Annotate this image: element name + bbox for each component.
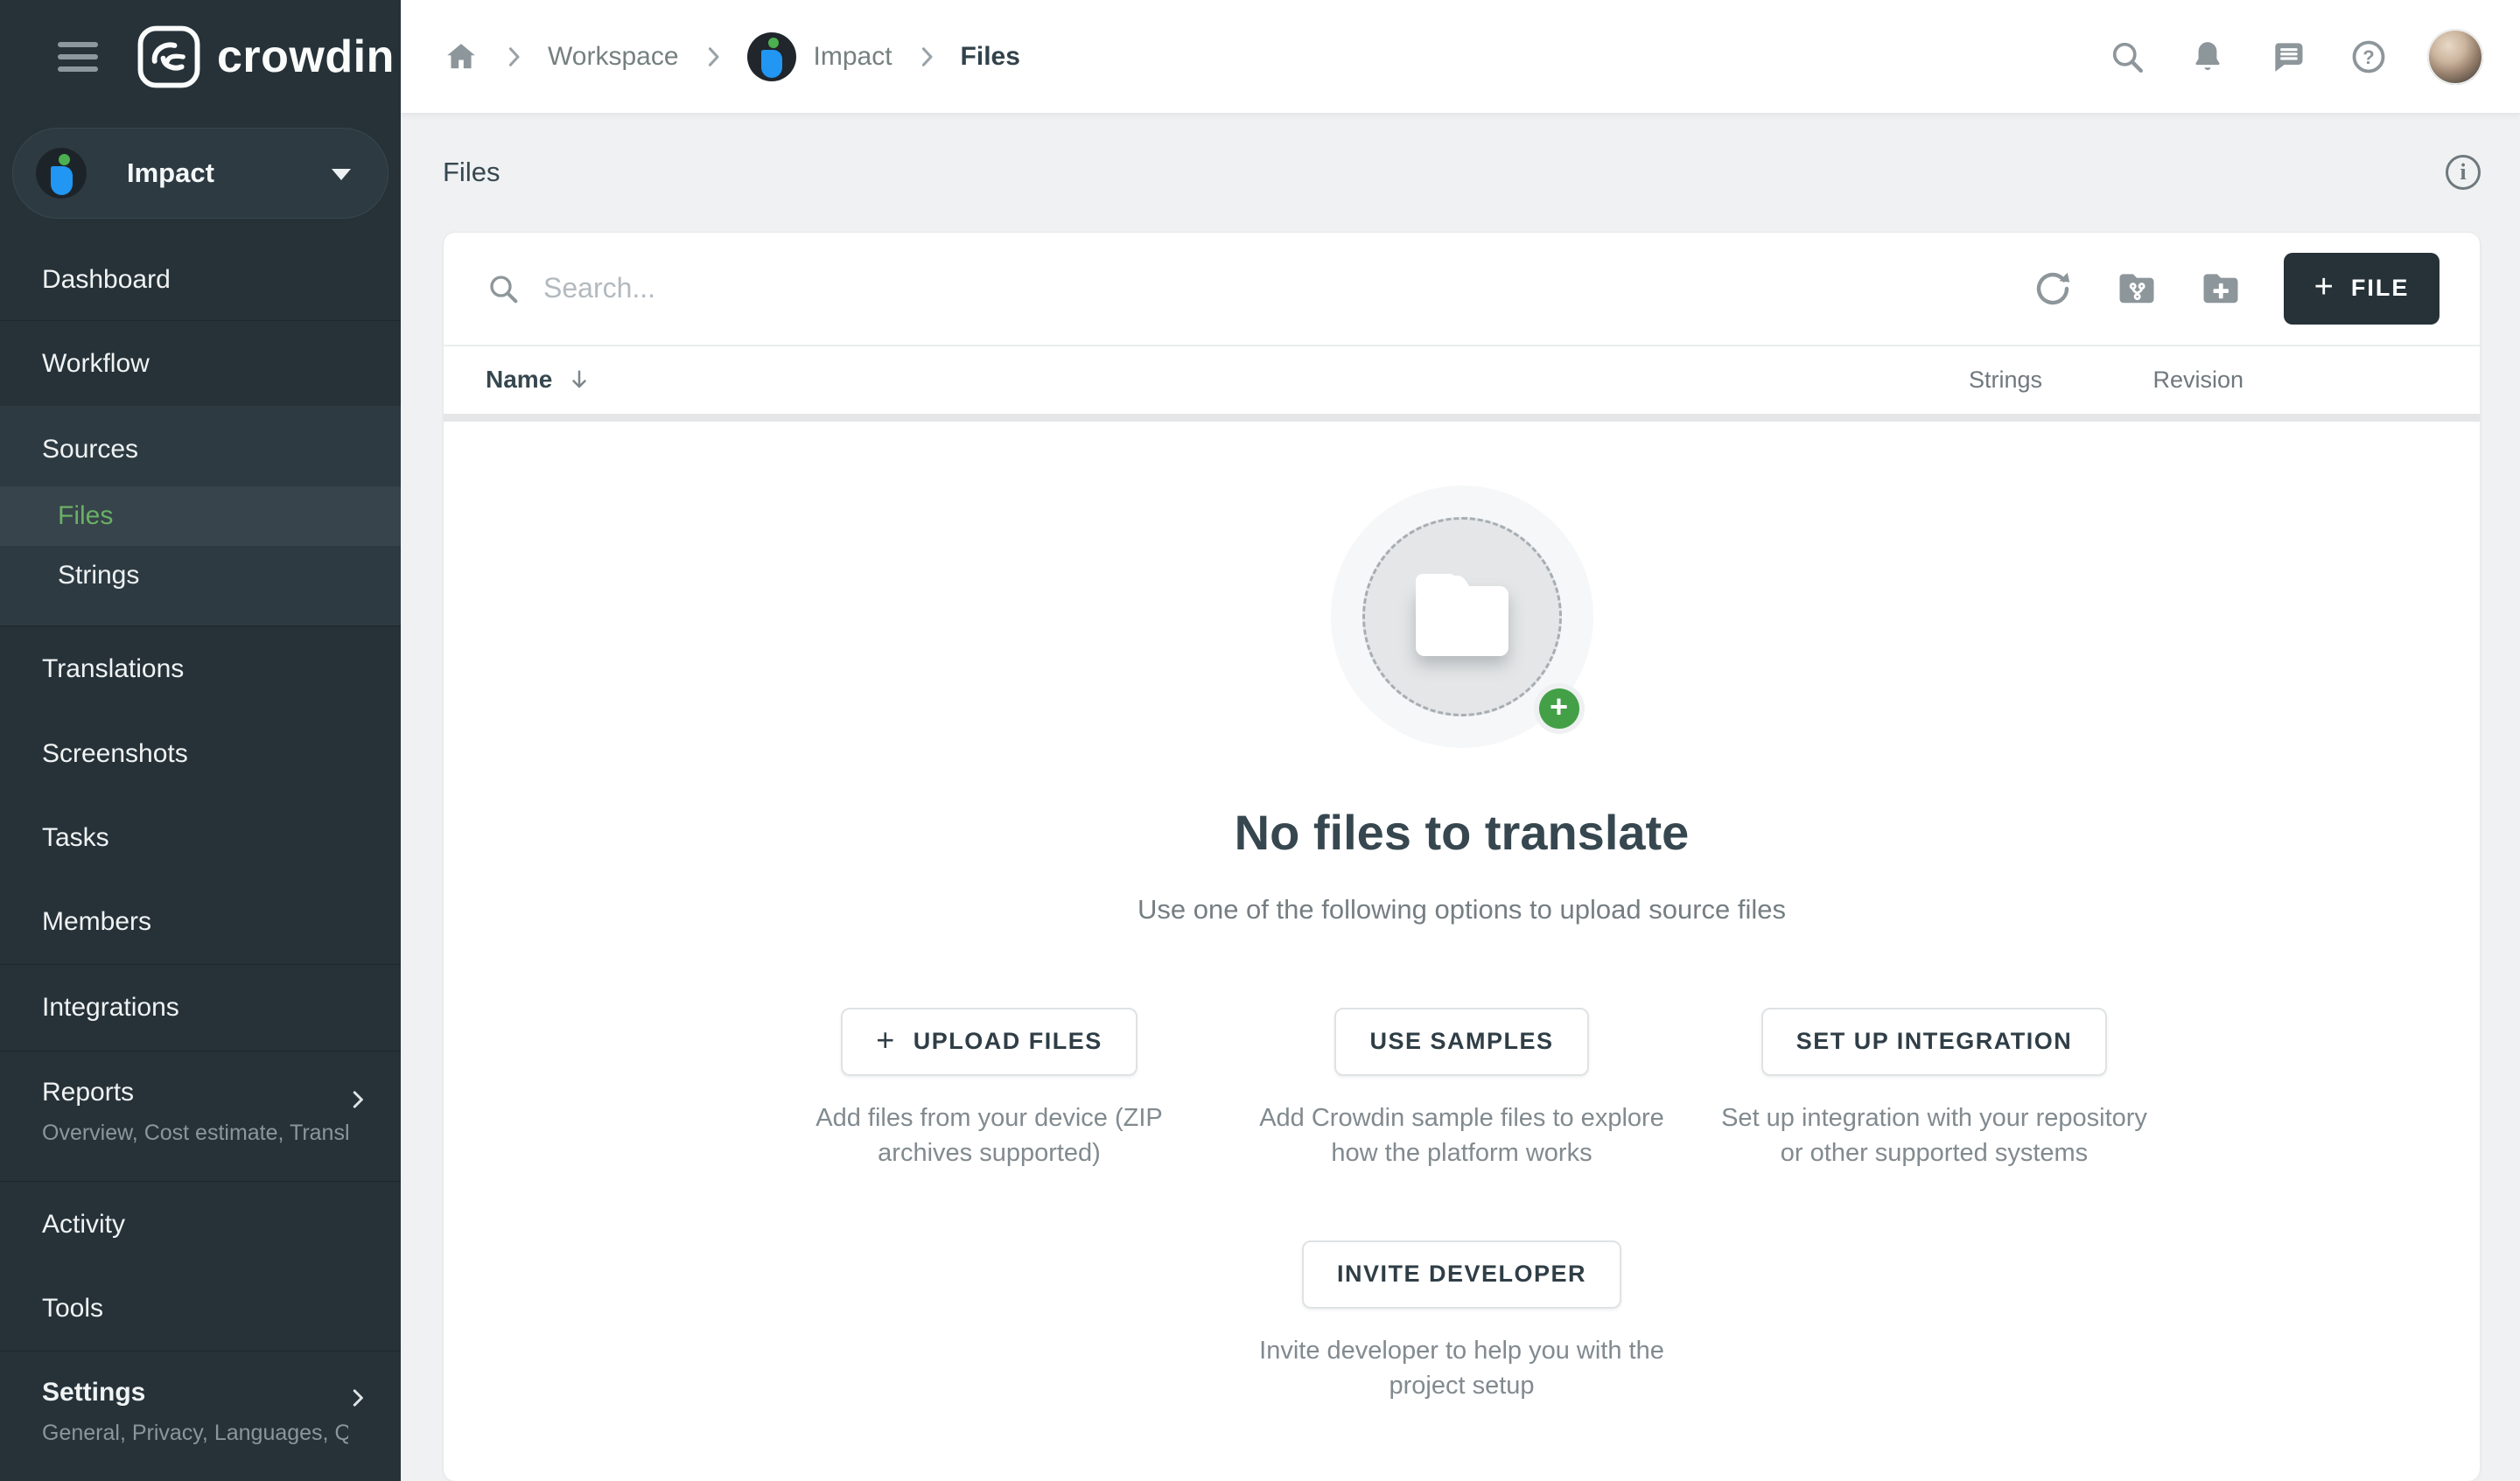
hamburger-menu-icon[interactable] bbox=[58, 42, 98, 72]
use-samples-caption: Add Crowdin sample files to explore how … bbox=[1243, 1100, 1681, 1170]
refresh-icon[interactable] bbox=[2030, 266, 2076, 311]
column-header-strings: Strings bbox=[1969, 367, 2042, 394]
files-card: + FILE Name Strings Revision bbox=[443, 232, 2481, 1481]
main-content: Files i + FIL bbox=[401, 114, 2520, 1481]
info-icon[interactable]: i bbox=[2446, 155, 2481, 190]
crowdin-logo-text: crowdin bbox=[217, 31, 395, 83]
sidebar: Impact Dashboard Workflow Sources Files … bbox=[0, 114, 401, 1481]
sidebar-item-activity[interactable]: Activity bbox=[0, 1182, 401, 1267]
empty-state-subtitle: Use one of the following options to uplo… bbox=[1138, 894, 1786, 926]
column-header-revision: Revision bbox=[2152, 367, 2244, 394]
chevron-right-icon bbox=[499, 42, 528, 72]
top-bar-actions: ? bbox=[2067, 29, 2483, 85]
project-avatar bbox=[747, 32, 796, 81]
upload-files-option: + UPLOAD FILES Add files from your devic… bbox=[753, 1008, 1226, 1170]
sidebar-section-sources: Sources Files Strings bbox=[0, 406, 401, 625]
add-files-plus-badge[interactable]: + bbox=[1539, 688, 1579, 729]
use-samples-option: USE SAMPLES Add Crowdin sample files to … bbox=[1226, 1008, 1698, 1170]
upload-files-button[interactable]: + UPLOAD FILES bbox=[841, 1008, 1138, 1076]
folder-icon bbox=[1416, 586, 1508, 656]
chevron-down-icon bbox=[332, 169, 351, 180]
chevron-right-icon bbox=[698, 42, 728, 72]
sidebar-item-dashboard[interactable]: Dashboard bbox=[0, 240, 401, 320]
home-icon[interactable] bbox=[443, 38, 480, 75]
sidebar-item-strings[interactable]: Strings bbox=[0, 546, 401, 605]
search-input[interactable] bbox=[543, 272, 1331, 304]
notifications-bell-icon[interactable] bbox=[2188, 37, 2228, 77]
page-header: Files i bbox=[401, 114, 2520, 232]
set-up-integration-button[interactable]: SET UP INTEGRATION bbox=[1761, 1008, 2108, 1076]
top-bar: crowdin Workspace Impact Files bbox=[0, 0, 2520, 114]
sidebar-nav: Dashboard Workflow Sources Files Strings… bbox=[0, 240, 401, 1481]
folder-plus-icon[interactable] bbox=[2198, 266, 2244, 311]
sidebar-item-screenshots[interactable]: Screenshots bbox=[0, 712, 401, 795]
add-file-button[interactable]: + FILE bbox=[2284, 253, 2440, 325]
page-title: Files bbox=[443, 157, 500, 188]
plus-icon: + bbox=[876, 1024, 896, 1056]
chevron-right-icon bbox=[345, 1385, 371, 1411]
table-header-divider bbox=[444, 414, 2480, 422]
search-icon[interactable] bbox=[2107, 37, 2147, 77]
table-header: Name Strings Revision bbox=[444, 346, 2480, 414]
sidebar-item-translations[interactable]: Translations bbox=[0, 626, 401, 712]
invite-developer-section: INVITE DEVELOPER Invite developer to hel… bbox=[1256, 1240, 1668, 1403]
sidebar-item-sources[interactable]: Sources bbox=[0, 413, 401, 486]
chevron-right-icon bbox=[912, 42, 942, 72]
sidebar-item-settings[interactable]: Settings General, Privacy, Languages, Q… bbox=[0, 1352, 401, 1481]
crowdin-logo[interactable]: crowdin bbox=[135, 23, 395, 91]
messages-chat-icon[interactable] bbox=[2268, 37, 2308, 77]
sidebar-item-reports[interactable]: Reports Overview, Cost estimate, Transl… bbox=[0, 1051, 401, 1181]
empty-folder-illustration: + bbox=[1331, 486, 1593, 748]
help-icon[interactable]: ? bbox=[2348, 37, 2389, 77]
dashed-circle bbox=[1362, 517, 1562, 716]
folder-branch-icon[interactable] bbox=[2114, 266, 2160, 311]
project-name: Impact bbox=[127, 157, 214, 189]
chevron-right-icon bbox=[345, 1086, 371, 1113]
breadcrumb-current: Files bbox=[961, 42, 1020, 72]
set-up-integration-option: SET UP INTEGRATION Set up integration wi… bbox=[1698, 1008, 2171, 1170]
use-samples-button[interactable]: USE SAMPLES bbox=[1334, 1008, 1588, 1076]
upload-files-caption: Add files from your device (ZIP archives… bbox=[771, 1100, 1208, 1170]
empty-state: + No files to translate Use one of the f… bbox=[444, 422, 2480, 1481]
sidebar-item-tools[interactable]: Tools bbox=[0, 1267, 401, 1351]
project-avatar bbox=[36, 148, 87, 199]
breadcrumb: Workspace Impact Files bbox=[443, 32, 1020, 81]
empty-state-title: No files to translate bbox=[1235, 804, 1690, 861]
breadcrumb-project[interactable]: Impact bbox=[814, 42, 892, 72]
sidebar-item-tasks[interactable]: Tasks bbox=[0, 795, 401, 880]
sidebar-item-workflow[interactable]: Workflow bbox=[0, 321, 401, 406]
search-icon bbox=[486, 271, 521, 306]
invite-developer-caption: Invite developer to help you with the pr… bbox=[1256, 1333, 1668, 1403]
project-switcher[interactable]: Impact bbox=[12, 128, 388, 219]
plus-icon: + bbox=[2314, 270, 2335, 304]
sidebar-item-integrations[interactable]: Integrations bbox=[0, 965, 401, 1051]
breadcrumb-workspace[interactable]: Workspace bbox=[548, 42, 679, 72]
sort-descending-icon bbox=[566, 367, 592, 393]
svg-text:?: ? bbox=[2362, 46, 2374, 68]
column-header-name[interactable]: Name bbox=[486, 366, 592, 394]
top-bar-brand-area: crowdin bbox=[0, 0, 401, 114]
files-toolbar: + FILE bbox=[444, 233, 2480, 346]
sidebar-item-members[interactable]: Members bbox=[0, 880, 401, 964]
set-up-integration-caption: Set up integration with your repository … bbox=[1716, 1100, 2153, 1170]
top-bar-main: Workspace Impact Files ? bbox=[401, 0, 2520, 114]
crowdin-logo-icon bbox=[135, 23, 203, 91]
invite-developer-button[interactable]: INVITE DEVELOPER bbox=[1302, 1240, 1621, 1309]
sidebar-item-files[interactable]: Files bbox=[0, 486, 401, 546]
upload-options: + UPLOAD FILES Add files from your devic… bbox=[753, 1008, 2171, 1170]
search-bar bbox=[486, 271, 1992, 306]
user-avatar[interactable] bbox=[2427, 29, 2483, 85]
